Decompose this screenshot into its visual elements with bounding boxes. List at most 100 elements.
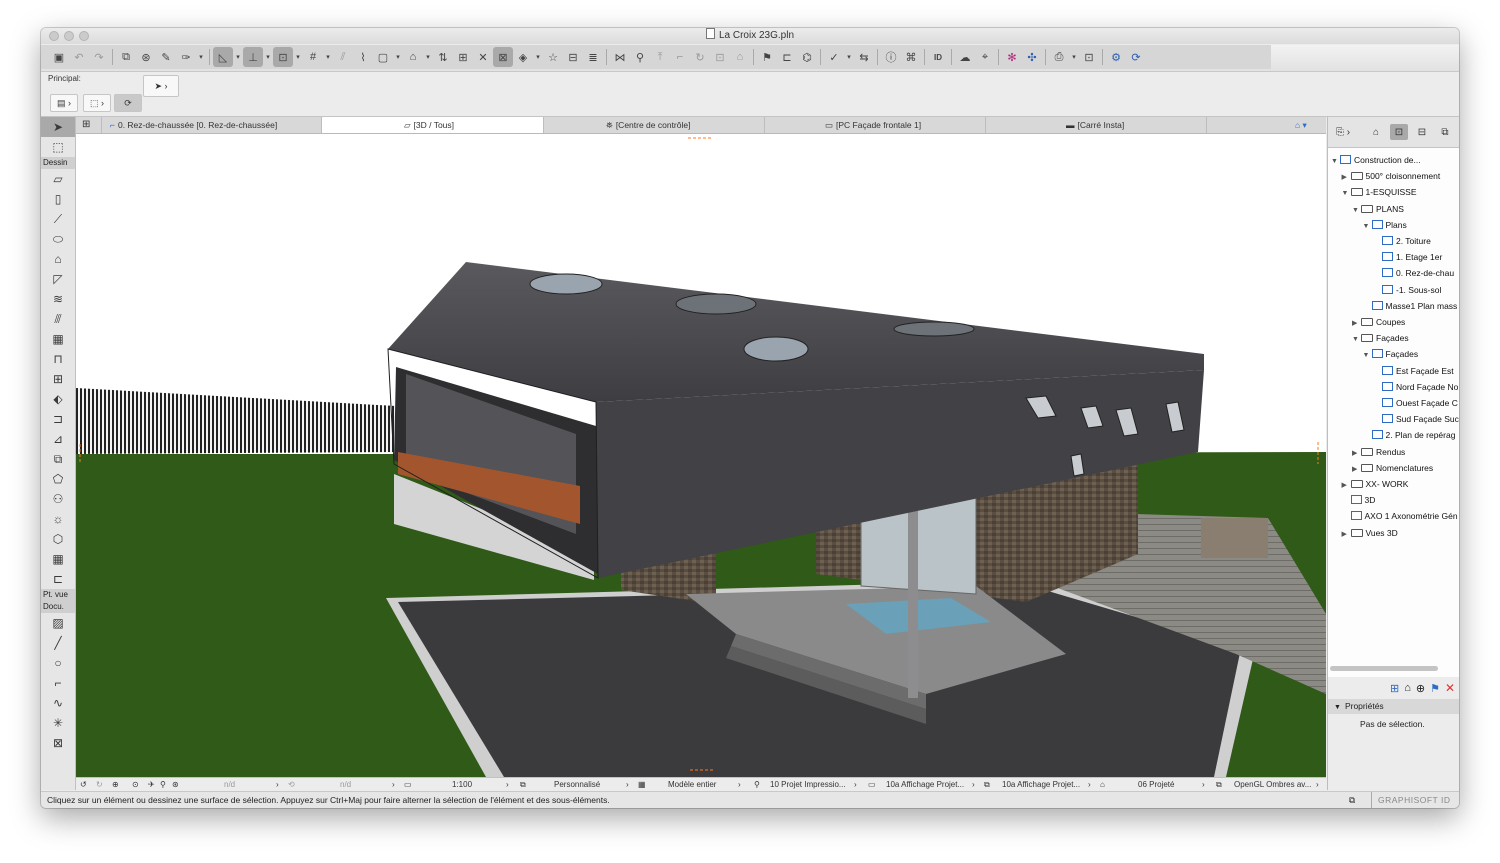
tree-item[interactable]: ▼ 1-ESQUISSE (1342, 184, 1417, 200)
arrow-tool-dropdown[interactable]: ➤ › (143, 75, 179, 97)
renovation-icon[interactable]: ⌬ (797, 47, 817, 67)
chevron-right-icon[interactable]: › (626, 778, 629, 792)
layout-book-icon[interactable]: ⊟ (1413, 124, 1431, 140)
lamp-tool-icon[interactable]: ☼ (41, 509, 75, 529)
publisher-sets-icon[interactable]: ⧉ (1436, 124, 1454, 140)
trace-icon[interactable]: ⋈ (610, 47, 630, 67)
offset-icon[interactable]: ⚲ (630, 47, 650, 67)
save-view-icon[interactable]: ⌂ (1404, 682, 1411, 694)
lock-icon[interactable]: ⌂ (403, 47, 423, 67)
tag-icon[interactable]: ⌘ (901, 47, 921, 67)
walk-icon[interactable]: ✈ (148, 778, 155, 792)
object-tool-icon[interactable]: ⚇ (41, 489, 75, 509)
tree-item[interactable]: ▶ 500° cloisonnement (1342, 168, 1441, 184)
stretch-icon[interactable]: ⌐ (670, 47, 690, 67)
rotation-button[interactable]: ⟳ (114, 94, 142, 112)
bimx-icon[interactable]: ⚙ (1106, 47, 1126, 67)
scale-icon[interactable]: ▭ (404, 778, 412, 792)
tracker-icon[interactable]: ⊞ (453, 47, 473, 67)
sync-icon[interactable]: ⟳ (1126, 47, 1146, 67)
3d-viewport[interactable] (76, 134, 1326, 777)
triangle-down-icon[interactable]: ▼ (1352, 332, 1361, 348)
wall-end-tool-icon[interactable]: ⊐ (41, 409, 75, 429)
elevation-icon[interactable]: ⇅ (433, 47, 453, 67)
tree-item[interactable]: Nord Façade No (1373, 379, 1458, 395)
roof-tool-icon[interactable]: ⌂ (41, 249, 75, 269)
chevron-down-icon[interactable]: ▾ (533, 47, 543, 67)
magic-wand-icon[interactable]: ⌇ (353, 47, 373, 67)
chevron-down-icon[interactable]: ▾ (293, 47, 303, 67)
arrow-tool-icon[interactable]: ➤ (41, 117, 75, 137)
tab-carre-insta[interactable]: ▬ [Carré Insta] (986, 117, 1207, 133)
triangle-down-icon[interactable]: ▼ (1331, 154, 1340, 170)
chevron-down-icon[interactable]: ▾ (393, 47, 403, 67)
tree-item[interactable]: 3D (1342, 492, 1375, 508)
triangle-down-icon[interactable]: ▼ (1363, 348, 1372, 364)
eyedropper-icon[interactable]: ✎ (156, 47, 176, 67)
renovation-filter-dropdown-2[interactable]: 10a Affichage Projet... (1002, 778, 1080, 792)
delete-icon[interactable]: ✕ (1445, 681, 1455, 695)
tree-item[interactable]: ▶ XX- WORK (1342, 476, 1409, 492)
orbit-icon[interactable]: ⊙ (132, 778, 139, 792)
undo-icon[interactable]: ↶ (69, 47, 89, 67)
clone-view-icon[interactable]: ⊕ (1416, 682, 1425, 695)
layout-icon[interactable]: ◈ (513, 47, 533, 67)
chevron-down-icon[interactable]: ▾ (844, 47, 854, 67)
chevron-down-icon[interactable]: ▾ (323, 47, 333, 67)
chevron-right-icon[interactable]: › (738, 778, 741, 792)
structure-dropdown[interactable]: 06 Projeté (1138, 778, 1174, 792)
chevron-right-icon[interactable]: › (1202, 778, 1205, 792)
publisher-icon[interactable]: ⊟ (563, 47, 583, 67)
suspend-groups-icon[interactable]: ◺ (213, 47, 233, 67)
layout-book-icon[interactable]: ≣ (583, 47, 603, 67)
move-icon[interactable]: ⤒ (650, 47, 670, 67)
corner-window-tool-icon[interactable]: ⊿ (41, 429, 75, 449)
bim-icon[interactable]: ⇆ (854, 47, 874, 67)
pen-icon[interactable]: ⚲ (754, 778, 760, 792)
fill-tool-icon[interactable]: ▨ (41, 613, 75, 633)
navigator-popup-icon[interactable]: ⎘ › (1334, 124, 1352, 140)
line-tool-icon[interactable]: ╱ (41, 633, 75, 653)
chevron-right-icon[interactable]: › (392, 778, 395, 792)
door-tool-icon[interactable]: ⊓ (41, 349, 75, 369)
tree-item[interactable]: -1. Sous-sol (1373, 282, 1441, 298)
graphisoft-id-label[interactable]: GRAPHISOFT ID (1371, 792, 1450, 808)
figure-tool-icon[interactable]: ⊠ (41, 733, 75, 753)
teamwork-icon[interactable]: ✓ (824, 47, 844, 67)
view-map-icon[interactable]: ⊡ (1390, 124, 1408, 140)
shell-tool-icon[interactable]: ◸ (41, 269, 75, 289)
chevron-right-icon[interactable]: › (854, 778, 857, 792)
renovation-icon[interactable]: ▭ (868, 778, 876, 792)
zoom-icon[interactable]: ⊕ (112, 778, 119, 792)
favorites-icon[interactable]: ☆ (543, 47, 563, 67)
stair-tool-icon[interactable]: ≋ (41, 289, 75, 309)
zone-tool-icon[interactable]: ⬠ (41, 469, 75, 489)
hotspot-tool-icon[interactable]: ✳ (41, 713, 75, 733)
circle-tool-icon[interactable]: ○ (41, 653, 75, 673)
triangle-down-icon[interactable]: ▼ (1363, 219, 1372, 235)
beam-tool-icon[interactable]: ⟋ (41, 209, 75, 229)
minimize-window-button[interactable] (64, 31, 74, 41)
layers-icon[interactable]: ⧉ (116, 47, 136, 67)
window-stack-icon[interactable]: ⧉ (1349, 792, 1355, 808)
zones-icon[interactable]: ✻ (1002, 47, 1022, 67)
curtain-wall-tool-icon[interactable]: ▦ (41, 329, 75, 349)
zoom-fit-icon[interactable]: ⊛ (172, 778, 179, 792)
marquee-icon[interactable]: ▢ (373, 47, 393, 67)
marquee-tool-icon[interactable]: ⬚ (41, 137, 75, 157)
chevron-down-icon[interactable]: ▾ (423, 47, 433, 67)
tab-3d[interactable]: ▱ [3D / Tous] (322, 117, 544, 133)
tree-item[interactable]: ▶ Nomenclatures (1352, 460, 1433, 476)
tree-item[interactable]: ▼ Plans (1363, 217, 1407, 233)
window-tool-icon[interactable]: ⊞ (41, 369, 75, 389)
section-tool-icon[interactable]: ⊏ (41, 569, 75, 589)
save-icon[interactable]: ▣ (49, 47, 69, 67)
tag-icon[interactable]: ⌖ (975, 47, 995, 67)
properties-header[interactable]: ▼ Propriétés (1328, 699, 1459, 714)
grid-icon[interactable]: # (303, 47, 323, 67)
tab-list-dropdown[interactable]: ⌂ ▾ (1207, 117, 1326, 133)
renovation-filter-dropdown-1[interactable]: 10a Affichage Projet... (886, 778, 964, 792)
tree-item[interactable]: ▼ Façades (1363, 346, 1418, 364)
tree-item[interactable]: ▼ Construction de... (1331, 152, 1421, 168)
rotation-icon[interactable]: ⟲ (288, 778, 295, 792)
